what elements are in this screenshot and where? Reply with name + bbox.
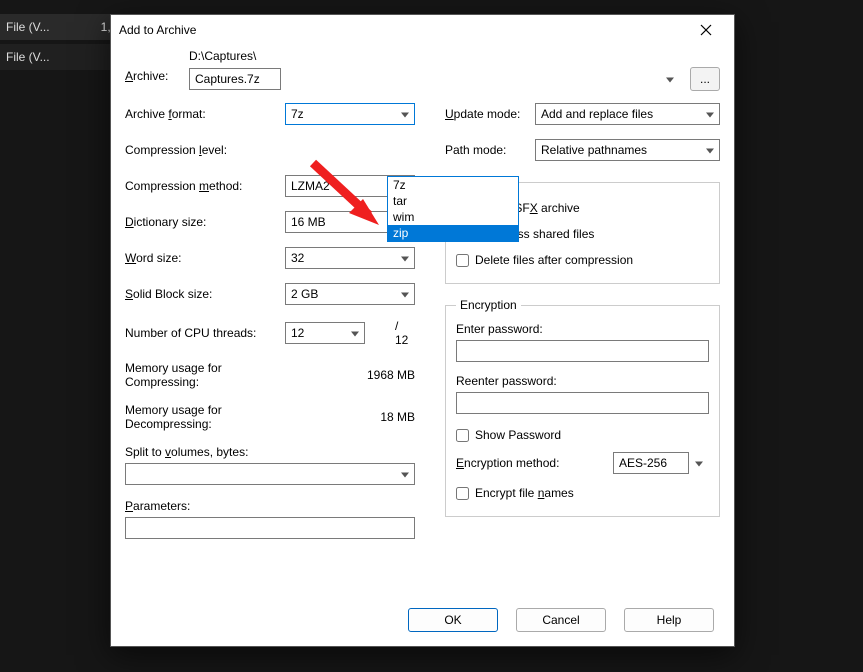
add-to-archive-dialog: Add to Archive Archive: D:\Captures\ Cap… bbox=[110, 14, 735, 647]
titlebar: Add to Archive bbox=[111, 15, 734, 45]
ok-button[interactable]: OK bbox=[408, 608, 498, 632]
format-option-7z[interactable]: 7z bbox=[388, 177, 518, 193]
enter-password-input[interactable] bbox=[456, 340, 709, 362]
solid-block-label: Solid Block size: bbox=[125, 287, 285, 301]
mem-compress-value: 1968 MB bbox=[270, 368, 415, 382]
browse-button[interactable]: ... bbox=[690, 67, 720, 91]
update-mode-select[interactable]: Add and replace files bbox=[535, 103, 720, 125]
archive-path: D:\Captures\ bbox=[189, 49, 720, 63]
format-label: Archive format: bbox=[125, 107, 285, 121]
word-size-label: Word size: bbox=[125, 251, 285, 265]
bg-file-name: File (V... bbox=[6, 20, 90, 34]
parameters-input[interactable] bbox=[125, 517, 415, 539]
format-option-tar[interactable]: tar bbox=[388, 193, 518, 209]
path-mode-select[interactable]: Relative pathnames bbox=[535, 139, 720, 161]
path-mode-label: Path mode: bbox=[445, 143, 535, 157]
encryption-method-label: Encryption method: bbox=[456, 456, 559, 470]
encryption-group: Encryption Enter password: Reenter passw… bbox=[445, 298, 720, 517]
update-mode-label: Update mode: bbox=[445, 107, 535, 121]
format-option-wim[interactable]: wim bbox=[388, 209, 518, 225]
cpu-threads-select[interactable]: 12 bbox=[285, 322, 365, 344]
show-password-label[interactable]: Show Password bbox=[475, 428, 561, 442]
dialog-title: Add to Archive bbox=[119, 23, 684, 37]
encrypt-filenames-checkbox[interactable] bbox=[456, 487, 469, 500]
show-password-checkbox[interactable] bbox=[456, 429, 469, 442]
archive-file-select[interactable]: Captures.7z bbox=[189, 68, 281, 90]
format-dropdown-popup[interactable]: 7z tar wim zip bbox=[387, 176, 519, 242]
mem-decompress-value: 18 MB bbox=[270, 410, 415, 424]
close-icon bbox=[700, 24, 712, 36]
cpu-threads-label: Number of CPU threads: bbox=[125, 326, 285, 340]
bg-file-name: File (V... bbox=[6, 50, 90, 64]
close-button[interactable] bbox=[684, 16, 728, 44]
reenter-password-input[interactable] bbox=[456, 392, 709, 414]
parameters-label: Parameters: bbox=[125, 499, 415, 513]
compression-method-label: Compression method: bbox=[125, 179, 285, 193]
archive-label: Archive: bbox=[125, 49, 175, 83]
dictionary-size-label: Dictionary size: bbox=[125, 215, 285, 229]
cancel-button[interactable]: Cancel bbox=[516, 608, 606, 632]
delete-after-checkbox[interactable] bbox=[456, 254, 469, 267]
encrypt-filenames-label[interactable]: Encrypt file names bbox=[475, 486, 574, 500]
delete-after-label[interactable]: Delete files after compression bbox=[475, 253, 633, 267]
solid-block-select[interactable]: 2 GB bbox=[285, 283, 415, 305]
encryption-legend: Encryption bbox=[456, 298, 521, 312]
enter-password-label: Enter password: bbox=[456, 322, 709, 336]
archive-format-select[interactable]: 7z bbox=[285, 103, 415, 125]
reenter-password-label: Reenter password: bbox=[456, 374, 709, 388]
split-volumes-select[interactable] bbox=[125, 463, 415, 485]
split-volumes-label: Split to volumes, bytes: bbox=[125, 445, 415, 459]
compression-level-label: Compression level: bbox=[125, 143, 285, 157]
mem-compress-label: Memory usage for Compressing: bbox=[125, 361, 270, 389]
mem-decompress-label: Memory usage for Decompressing: bbox=[125, 403, 270, 431]
encryption-method-select[interactable]: AES-256 bbox=[613, 452, 689, 474]
cpu-threads-max: / 12 bbox=[371, 319, 415, 347]
word-size-select[interactable]: 32 bbox=[285, 247, 415, 269]
format-option-zip[interactable]: zip bbox=[388, 225, 518, 241]
help-button[interactable]: Help bbox=[624, 608, 714, 632]
